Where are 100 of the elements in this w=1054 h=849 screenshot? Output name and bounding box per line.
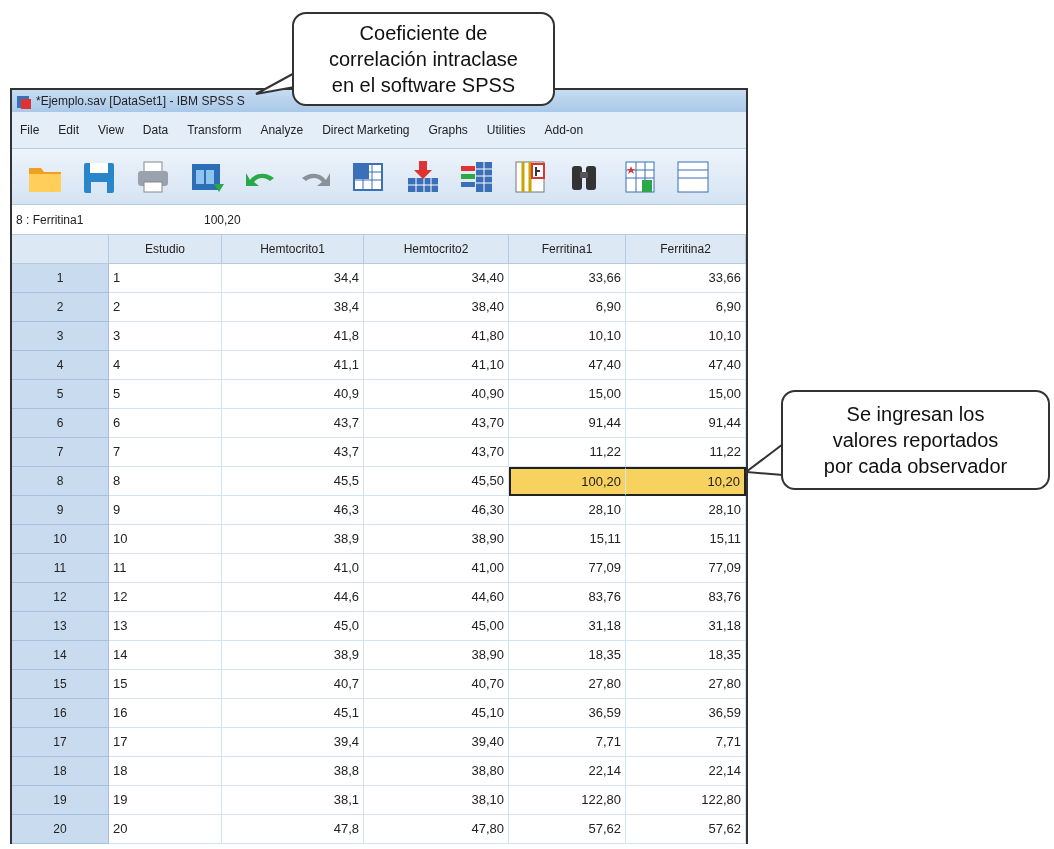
- row-number[interactable]: 3: [12, 322, 109, 351]
- menu-item[interactable]: Transform: [187, 121, 242, 139]
- table-cell: 83,76: [626, 583, 746, 612]
- table-cell: 31,18: [626, 612, 746, 641]
- row-number[interactable]: 10: [12, 525, 109, 554]
- menu-item[interactable]: Graphs: [428, 121, 468, 139]
- row-number[interactable]: 11: [12, 554, 109, 583]
- row-number[interactable]: 7: [12, 438, 109, 467]
- table-cell: 33,66: [626, 264, 746, 293]
- table-cell: 45,50: [364, 467, 509, 496]
- table-cell: 15,00: [626, 380, 746, 409]
- table-cell: 43,70: [364, 409, 509, 438]
- row-number[interactable]: 12: [12, 583, 109, 612]
- row-number[interactable]: 1: [12, 264, 109, 293]
- row-number[interactable]: 18: [12, 757, 109, 786]
- table-cell: 15: [109, 670, 222, 699]
- table-cell: 41,80: [364, 322, 509, 351]
- menu-item[interactable]: Edit: [58, 121, 80, 139]
- row-number[interactable]: 4: [12, 351, 109, 380]
- row-number[interactable]: 2: [12, 293, 109, 322]
- menu-item[interactable]: Utilities: [486, 121, 526, 139]
- table-cell: 40,70: [364, 670, 509, 699]
- table-cell: 46,30: [364, 496, 509, 525]
- table-cell: 47,8: [222, 815, 364, 844]
- row-number[interactable]: 9: [12, 496, 109, 525]
- table-cell: 6,90: [509, 293, 626, 322]
- table-cell: 6: [109, 409, 222, 438]
- table-cell: 9: [109, 496, 222, 525]
- table-cell: 15,11: [626, 525, 746, 554]
- callout-text: Se ingresan los valores reportados por cada observador: [781, 390, 1050, 490]
- table-cell: 5: [109, 380, 222, 409]
- table-cell: 45,00: [364, 612, 509, 641]
- menu-item[interactable]: Add-on: [544, 121, 584, 139]
- table-cell: 1: [109, 264, 222, 293]
- table-cell: 91,44: [509, 409, 626, 438]
- row-number[interactable]: 14: [12, 641, 109, 670]
- row-number[interactable]: 15: [12, 670, 109, 699]
- row-number[interactable]: 6: [12, 409, 109, 438]
- row-number[interactable]: 16: [12, 699, 109, 728]
- table-cell: 7: [109, 438, 222, 467]
- table-cell: 34,4: [222, 264, 364, 293]
- row-number[interactable]: 13: [12, 612, 109, 641]
- row-number[interactable]: 19: [12, 786, 109, 815]
- table-cell: 7,71: [626, 728, 746, 757]
- column-header[interactable]: Estudio: [109, 235, 222, 264]
- cell-value-field[interactable]: 100,20: [200, 210, 241, 229]
- table-cell: 18: [109, 757, 222, 786]
- table-cell: 3: [109, 322, 222, 351]
- table-cell: 45,0: [222, 612, 364, 641]
- table-cell: 8: [109, 467, 222, 496]
- table-cell: 34,40: [364, 264, 509, 293]
- app-icon: [16, 93, 32, 110]
- table-cell: 43,70: [364, 438, 509, 467]
- window-title: *Ejemplo.sav [DataSet1] - IBM SPSS S: [36, 93, 245, 110]
- table-cell: 41,00: [364, 554, 509, 583]
- row-number[interactable]: 5: [12, 380, 109, 409]
- column-header[interactable]: Hemtocrito1: [222, 235, 364, 264]
- table-cell: 28,10: [626, 496, 746, 525]
- table-cell: 17: [109, 728, 222, 757]
- menu-item[interactable]: Data: [142, 121, 169, 139]
- table-cell: 16: [109, 699, 222, 728]
- table-cell: 77,09: [509, 554, 626, 583]
- table-cell: 38,40: [364, 293, 509, 322]
- row-number[interactable]: 17: [12, 728, 109, 757]
- table-cell: 41,10: [364, 351, 509, 380]
- table-cell: 38,8: [222, 757, 364, 786]
- table-cell: 45,5: [222, 467, 364, 496]
- table-cell: 12: [109, 583, 222, 612]
- table-cell: 10,10: [509, 322, 626, 351]
- highlighted-cell: 100,20: [509, 467, 626, 496]
- table-cell: 45,1: [222, 699, 364, 728]
- menu-item[interactable]: File: [20, 121, 40, 139]
- table-cell: 6,90: [626, 293, 746, 322]
- menu-item[interactable]: View: [98, 121, 124, 139]
- row-number[interactable]: 8: [12, 467, 109, 496]
- table-cell: 18,35: [509, 641, 626, 670]
- table-cell: 11,22: [509, 438, 626, 467]
- callout-text: Coeficiente de correlación intraclase en el software SPSS: [292, 12, 555, 106]
- column-header[interactable]: Hemtocrito2: [364, 235, 509, 264]
- table-cell: 7,71: [509, 728, 626, 757]
- menu-item[interactable]: Analyze: [260, 121, 304, 139]
- row-number[interactable]: 20: [12, 815, 109, 844]
- table-cell: 36,59: [626, 699, 746, 728]
- highlighted-cell: 10,20: [626, 467, 746, 496]
- table-cell: 15,11: [509, 525, 626, 554]
- column-header[interactable]: Ferritina2: [626, 235, 746, 264]
- column-header[interactable]: Ferritina1: [509, 235, 626, 264]
- table-cell: 18,35: [626, 641, 746, 670]
- table-cell: 57,62: [626, 815, 746, 844]
- table-cell: 38,1: [222, 786, 364, 815]
- table-cell: 39,40: [364, 728, 509, 757]
- table-cell: 44,60: [364, 583, 509, 612]
- menu-item[interactable]: Direct Marketing: [322, 121, 410, 139]
- table-cell: 38,4: [222, 293, 364, 322]
- table-cell: 22,14: [626, 757, 746, 786]
- table-cell: 38,9: [222, 641, 364, 670]
- table-cell: 31,18: [509, 612, 626, 641]
- table-cell: 122,80: [626, 786, 746, 815]
- table-cell: 11: [109, 554, 222, 583]
- table-cell: 40,9: [222, 380, 364, 409]
